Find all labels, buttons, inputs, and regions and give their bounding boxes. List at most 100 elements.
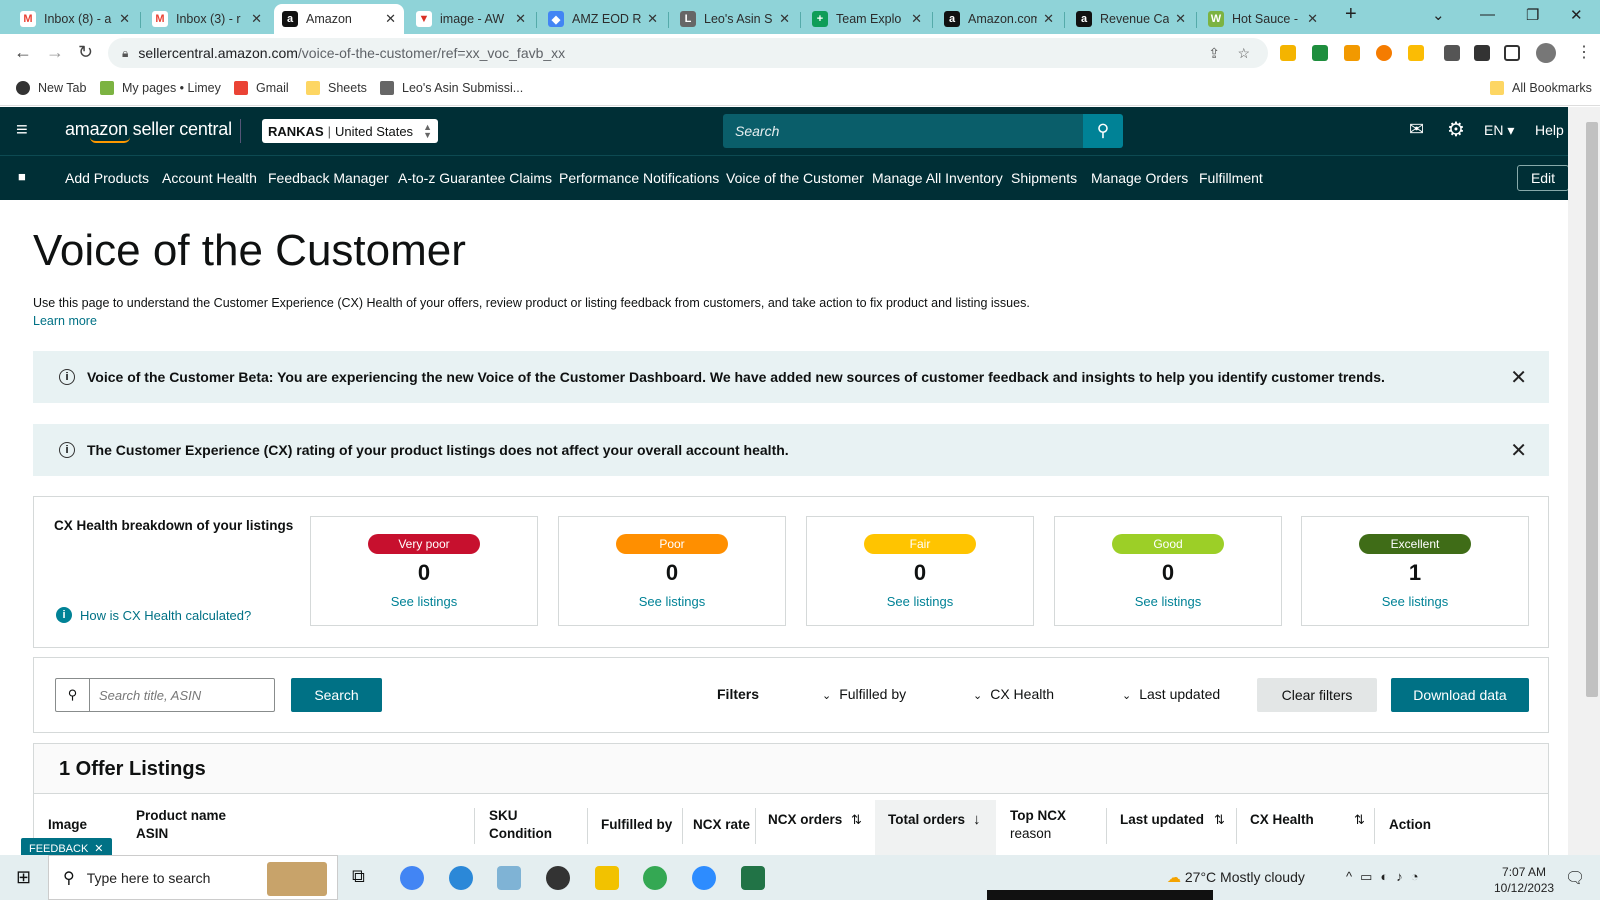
new-tab-icon[interactable]: + [1345, 3, 1357, 26]
mail-icon[interactable]: ✉ [1409, 119, 1424, 140]
store-selector[interactable]: RANKAS | United States ▲ ▼ [262, 119, 438, 143]
last-updated-filter[interactable]: ⌄ Last updated [1122, 686, 1220, 702]
listing-search-input[interactable]: ⚲ Search title, ASIN [55, 678, 275, 712]
system-tray-icons[interactable]: ^▭◐♪◔ [1346, 869, 1427, 885]
bookmark-icon[interactable]: ■ [18, 169, 26, 184]
app-icon[interactable] [497, 866, 521, 890]
learn-more-link[interactable]: Learn more [33, 314, 97, 328]
nav-performance-notifications[interactable]: Performance Notifications [559, 170, 719, 186]
edit-button[interactable]: Edit [1517, 165, 1569, 191]
nav-manage-orders[interactable]: Manage Orders [1091, 170, 1188, 186]
back-icon[interactable]: ← [14, 42, 32, 63]
close-icon[interactable]: ✕ [515, 11, 526, 27]
col-total-orders[interactable]: Total orders [888, 811, 965, 829]
browser-tab[interactable]: W Hot Sauce - ✕ [1200, 4, 1326, 34]
tab-search-icon[interactable]: ⌄ [1432, 6, 1445, 24]
fulfilled-by-filter[interactable]: ⌄ Fulfilled by [822, 686, 906, 702]
nav-account-health[interactable]: Account Health [162, 170, 257, 186]
nav-feedback-manager[interactable]: Feedback Manager [268, 170, 389, 186]
all-bookmarks[interactable]: All Bookmarks [1490, 81, 1592, 95]
window-close-icon[interactable]: ✕ [1570, 6, 1583, 24]
browser-tab[interactable]: a Amazon.com ✕ [936, 4, 1062, 34]
browser-tab[interactable]: M Inbox (3) - r ✕ [144, 4, 270, 34]
close-icon[interactable]: ✕ [94, 842, 103, 855]
puzzle-icon[interactable] [1474, 45, 1490, 61]
col-ncx-rate[interactable]: NCX rate [693, 816, 750, 834]
avatar[interactable] [1536, 43, 1556, 63]
maximize-icon[interactable]: ❐ [1526, 6, 1539, 24]
sort-icon[interactable]: ⇅ [851, 812, 862, 828]
cx-health-filter[interactable]: ⌄ CX Health [973, 686, 1054, 702]
bookmark-item[interactable]: Sheets [306, 81, 367, 95]
search-input[interactable]: Search [723, 114, 1083, 148]
sort-icon[interactable]: ⇅ [1354, 812, 1365, 828]
close-icon[interactable]: ✕ [911, 11, 922, 27]
share-icon[interactable]: ⇪ [1208, 45, 1220, 62]
windows-start-icon[interactable]: ⊞ [16, 867, 31, 888]
reload-icon[interactable]: ↻ [78, 42, 93, 63]
task-view-icon[interactable]: ⧉ [352, 866, 365, 887]
extension-icon[interactable] [1376, 45, 1392, 61]
language-selector[interactable]: EN ▾ [1484, 122, 1514, 139]
browser-tab[interactable]: + Team Explo ✕ [804, 4, 930, 34]
nav-add-products[interactable]: Add Products [65, 170, 149, 186]
extension-icon[interactable] [1312, 45, 1328, 61]
zoom-icon[interactable] [692, 866, 716, 890]
extension-icon[interactable] [1280, 45, 1296, 61]
nav-a-to-z-claims[interactable]: A-to-z Guarantee Claims [398, 170, 552, 186]
help-link[interactable]: Help [1535, 122, 1564, 138]
taskbar-search-input[interactable]: ⚲ Type here to search [48, 855, 338, 900]
close-icon[interactable]: ✕ [1307, 11, 1318, 27]
app-icon[interactable] [546, 866, 570, 890]
clock[interactable]: 7:07 AM 10/12/2023 [1494, 864, 1554, 896]
nav-manage-inventory[interactable]: Manage All Inventory [872, 170, 1003, 186]
scrollbar-thumb[interactable] [1586, 122, 1598, 697]
see-listings-link[interactable]: See listings [807, 594, 1033, 609]
kebab-menu-icon[interactable]: ⋮ [1576, 42, 1592, 62]
close-icon[interactable]: ✕ [1043, 11, 1054, 27]
browser-tab[interactable]: a Revenue Ca ✕ [1068, 4, 1194, 34]
close-icon[interactable]: ✕ [1510, 365, 1527, 390]
nav-voice-of-customer[interactable]: Voice of the Customer [726, 170, 864, 186]
sort-descending-icon[interactable]: ↓ [973, 811, 981, 828]
cx-health-help-link[interactable]: i How is CX Health calculated? [56, 607, 251, 623]
bookmark-item[interactable]: New Tab [16, 81, 86, 95]
sort-icon[interactable]: ⇅ [1214, 812, 1225, 828]
close-icon[interactable]: ✕ [647, 11, 658, 27]
col-cx-health[interactable]: CX Health [1250, 811, 1314, 829]
browser-tab[interactable]: ▼ image - AW ✕ [408, 4, 534, 34]
nav-fulfillment[interactable]: Fulfillment [1199, 170, 1263, 186]
close-icon[interactable]: ✕ [1510, 438, 1527, 463]
bookmark-item[interactable]: Leo's Asin Submissi... [380, 81, 523, 95]
bookmark-star-icon[interactable]: ☆ [1237, 45, 1250, 62]
bookmark-item[interactable]: My pages • Limey [100, 81, 221, 95]
extension-icon[interactable] [1408, 45, 1424, 61]
col-ncx-orders[interactable]: NCX orders [768, 811, 842, 829]
col-last-updated[interactable]: Last updated [1120, 811, 1204, 829]
close-icon[interactable]: ✕ [1175, 11, 1186, 27]
close-icon[interactable]: ✕ [251, 11, 262, 27]
col-sku[interactable]: SKU Condition [489, 807, 552, 843]
minimize-icon[interactable]: — [1480, 6, 1495, 23]
download-data-button[interactable]: Download data [1391, 678, 1529, 712]
close-icon[interactable]: ✕ [779, 11, 790, 27]
see-listings-link[interactable]: See listings [559, 594, 785, 609]
weather-widget[interactable]: ☁ 27°C Mostly cloudy [1167, 869, 1305, 886]
see-listings-link[interactable]: See listings [311, 594, 537, 609]
col-product-name[interactable]: Product name ASIN [136, 807, 226, 843]
chrome-icon[interactable] [400, 866, 424, 890]
close-icon[interactable]: ✕ [385, 11, 396, 27]
extension-icon[interactable] [1344, 45, 1360, 61]
file-explorer-icon[interactable] [595, 866, 619, 890]
chrome-icon[interactable] [643, 866, 667, 890]
close-icon[interactable]: ✕ [119, 11, 130, 27]
bookmark-item[interactable]: Gmail [234, 81, 289, 95]
browser-tab[interactable]: L Leo's Asin S ✕ [672, 4, 798, 34]
extension-icon[interactable] [1444, 45, 1460, 61]
browser-tab[interactable]: M Inbox (8) - a ✕ [12, 4, 138, 34]
forward-icon[interactable]: → [46, 42, 64, 63]
search-button[interactable]: ⚲ [1083, 114, 1123, 148]
url-bar[interactable]: 🔒︎ sellercentral.amazon.com/voice-of-the… [108, 38, 1268, 68]
excel-icon[interactable] [741, 866, 765, 890]
nav-shipments[interactable]: Shipments [1011, 170, 1077, 186]
